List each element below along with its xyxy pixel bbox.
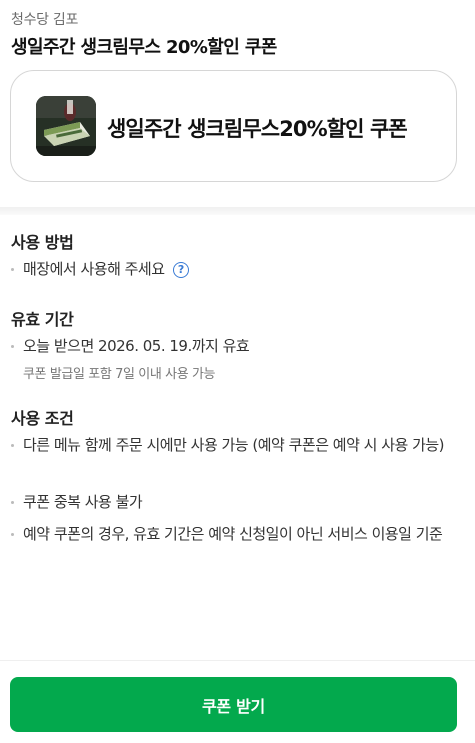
bullet-dot bbox=[11, 268, 14, 271]
coupon-card-text: 생일주간 생크림무스20%할인 쿠폰 bbox=[107, 117, 408, 141]
condition-item: 다른 메뉴 함께 주문 시에만 사용 가능 (예약 쿠폰은 예약 시 사용 가능… bbox=[11, 433, 466, 457]
condition-item: 쿠폰 중복 사용 불가 bbox=[11, 490, 466, 514]
section-divider bbox=[0, 207, 475, 215]
cake-photo-icon bbox=[36, 96, 96, 156]
condition-item-text: 예약 쿠폰의 경우, 유효 기간은 예약 신청일이 아닌 서비스 이용일 기준 bbox=[23, 525, 443, 543]
question-circle-icon[interactable]: ? bbox=[172, 262, 189, 278]
bullet-dot bbox=[11, 501, 14, 504]
coupon-card: 생일주간 생크림무스20%할인 쿠폰 bbox=[10, 70, 457, 182]
coupon-title: 생일주간 생크림무스 20%할인 쿠폰 bbox=[11, 37, 277, 58]
validity-note: 쿠폰 발급일 포함 7일 이내 사용 가능 bbox=[23, 367, 216, 382]
validity-item: 오늘 받으면 2026. 05. 19.까지 유효 bbox=[11, 334, 461, 358]
condition-item: 예약 쿠폰의 경우, 유효 기간은 예약 신청일이 아닌 서비스 이용일 기준 bbox=[11, 522, 466, 546]
conditions-heading: 사용 조건 bbox=[11, 409, 74, 428]
validity-item-text: 오늘 받으면 2026. 05. 19.까지 유효 bbox=[23, 337, 250, 355]
get-coupon-button[interactable]: 쿠폰 받기 bbox=[10, 677, 457, 732]
bullet-dot bbox=[11, 345, 14, 348]
condition-item-text: 쿠폰 중복 사용 불가 bbox=[23, 493, 143, 511]
bullet-dot bbox=[11, 444, 14, 447]
usage-item: 매장에서 사용해 주세요 ? bbox=[11, 257, 461, 281]
bullet-dot bbox=[11, 533, 14, 536]
condition-item-text: 다른 메뉴 함께 주문 시에만 사용 가능 (예약 쿠폰은 예약 시 사용 가능… bbox=[23, 436, 445, 454]
coupon-header: 청수당 김포 생일주간 생크림무스 20%할인 쿠폰 생일주간 생크림무스20%… bbox=[0, 0, 475, 207]
validity-heading: 유효 기간 bbox=[11, 310, 74, 329]
usage-item-text: 매장에서 사용해 주세요 bbox=[23, 260, 165, 278]
store-name: 청수당 김포 bbox=[11, 12, 79, 28]
bottom-action-bar: 쿠폰 받기 bbox=[0, 660, 475, 743]
usage-heading: 사용 방법 bbox=[11, 233, 74, 252]
